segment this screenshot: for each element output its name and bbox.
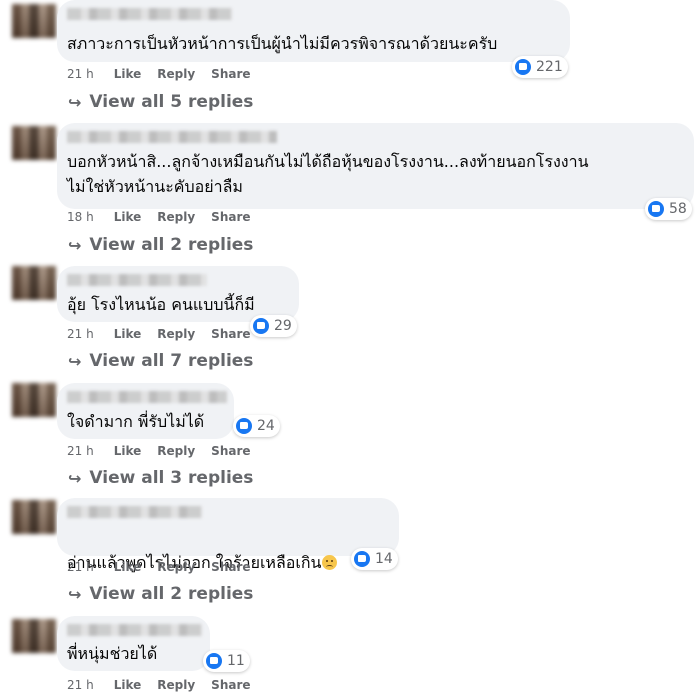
reaction-number: 58 (669, 201, 687, 217)
comment-text: อุ้ย โรงไหนน้อ คนแบบนี้ก็มี (67, 295, 255, 314)
reply-button[interactable]: Reply (157, 67, 195, 81)
comment-bubble: ใจดำมาก พี่รับไม่ได้ (57, 383, 234, 439)
like-reaction-icon (236, 418, 252, 434)
comment-text: สภาวะการเป็นหัวหน้าการเป็นผู้นำไม่มีควรพ… (67, 34, 498, 53)
share-button[interactable]: Share (211, 67, 250, 81)
like-button[interactable]: Like (114, 67, 142, 81)
share-button[interactable]: Share (211, 678, 250, 692)
timestamp[interactable]: 21 h (67, 444, 94, 458)
like-reaction-icon (206, 653, 222, 669)
commenter-name[interactable] (67, 274, 207, 286)
like-button[interactable]: Like (114, 444, 142, 458)
view-replies-link[interactable]: ↪ View all 5 replies (68, 91, 253, 113)
commenter-name[interactable] (67, 8, 232, 20)
timestamp[interactable]: 21 h (67, 560, 94, 574)
view-replies-link[interactable]: ↪ View all 3 replies (68, 467, 253, 489)
like-button[interactable]: Like (114, 678, 142, 692)
comment-bubble: สภาวะการเป็นหัวหน้าการเป็นผู้นำไม่มีควรพ… (57, 0, 570, 62)
like-button[interactable]: Like (114, 327, 142, 341)
reply-arrow-icon: ↪ (68, 351, 82, 371)
avatar[interactable] (12, 383, 56, 417)
reaction-count[interactable]: 58 (645, 198, 692, 220)
avatar[interactable] (12, 266, 56, 300)
view-replies-link[interactable]: ↪ View all 2 replies (68, 583, 253, 605)
reaction-number: 11 (227, 653, 245, 669)
view-replies-link[interactable]: ↪ View all 7 replies (68, 350, 253, 372)
comment-bubble: อุ้ย โรงไหนน้อ คนแบบนี้ก็มี (57, 266, 299, 322)
comment-bubble: พี่หนุ่มช่วยได้ (57, 616, 210, 671)
comment-actions: 21 h Like Reply Share (67, 326, 267, 342)
comment-actions: 21 h Like Reply Share (67, 443, 267, 459)
reply-button[interactable]: Reply (157, 678, 195, 692)
commenter-name[interactable] (67, 624, 202, 636)
reply-button[interactable]: Reply (157, 560, 195, 574)
commenter-name[interactable] (67, 391, 227, 403)
timestamp[interactable]: 18 h (67, 210, 94, 224)
reply-arrow-icon: ↪ (68, 584, 82, 604)
commenter-name[interactable] (67, 131, 277, 143)
timestamp[interactable]: 21 h (67, 327, 94, 341)
timestamp[interactable]: 21 h (67, 678, 94, 692)
reply-button[interactable]: Reply (157, 327, 195, 341)
share-button[interactable]: Share (211, 327, 250, 341)
share-button[interactable]: Share (211, 444, 250, 458)
comment-actions: 21 h Like Reply Share (67, 66, 267, 82)
reaction-number: 24 (257, 418, 275, 434)
comment-bubble: บอกหัวหน้าสิ...ลูกจ้างเหมือนกันไม่ได้ถือ… (57, 123, 694, 209)
view-replies-link[interactable]: ↪ View all 2 replies (68, 234, 253, 256)
share-button[interactable]: Share (211, 210, 250, 224)
reaction-count[interactable]: 11 (203, 650, 250, 672)
view-replies-label: View all 3 replies (89, 468, 254, 488)
avatar[interactable] (12, 4, 56, 38)
comment-actions: 18 h Like Reply Share (67, 209, 267, 225)
like-reaction-icon (354, 551, 370, 567)
comment-text: ใจดำมาก พี่รับไม่ได้ (67, 412, 205, 431)
reply-button[interactable]: Reply (157, 210, 195, 224)
like-button[interactable]: Like (114, 560, 142, 574)
avatar[interactable] (12, 500, 56, 534)
reaction-number: 14 (375, 551, 393, 567)
reply-arrow-icon: ↪ (68, 468, 82, 488)
reply-arrow-icon: ↪ (68, 92, 82, 112)
like-reaction-icon (648, 201, 664, 217)
comment-actions: 21 h Like Reply Share (67, 559, 267, 575)
reaction-count[interactable]: 14 (351, 548, 398, 570)
like-reaction-icon (515, 59, 531, 75)
comment-text: บอกหัวหน้าสิ...ลูกจ้างเหมือนกันไม่ได้ถือ… (67, 152, 589, 196)
reaction-count[interactable]: 24 (233, 415, 280, 437)
comment-bubble: อ่านแล้วพูดไรไม่ออก ใจร้ายเหลือเกิน (57, 498, 399, 572)
sad-face-icon (322, 555, 338, 570)
timestamp[interactable]: 21 h (67, 67, 94, 81)
view-replies-label: View all 5 replies (89, 92, 254, 112)
commenter-name[interactable] (67, 506, 202, 518)
comment-text: พี่หนุ่มช่วยได้ (67, 644, 158, 663)
comment-actions: 21 h Like Reply Share (67, 677, 267, 693)
like-button[interactable]: Like (114, 210, 142, 224)
avatar[interactable] (12, 126, 56, 160)
reaction-count[interactable]: 221 (512, 56, 568, 78)
view-replies-label: View all 2 replies (89, 584, 254, 604)
reaction-number: 221 (536, 59, 563, 75)
reply-arrow-icon: ↪ (68, 235, 82, 255)
share-button[interactable]: Share (211, 560, 250, 574)
view-replies-label: View all 2 replies (89, 235, 254, 255)
avatar[interactable] (12, 619, 56, 653)
view-replies-label: View all 7 replies (89, 351, 254, 371)
reply-button[interactable]: Reply (157, 444, 195, 458)
reaction-number: 29 (274, 318, 292, 334)
